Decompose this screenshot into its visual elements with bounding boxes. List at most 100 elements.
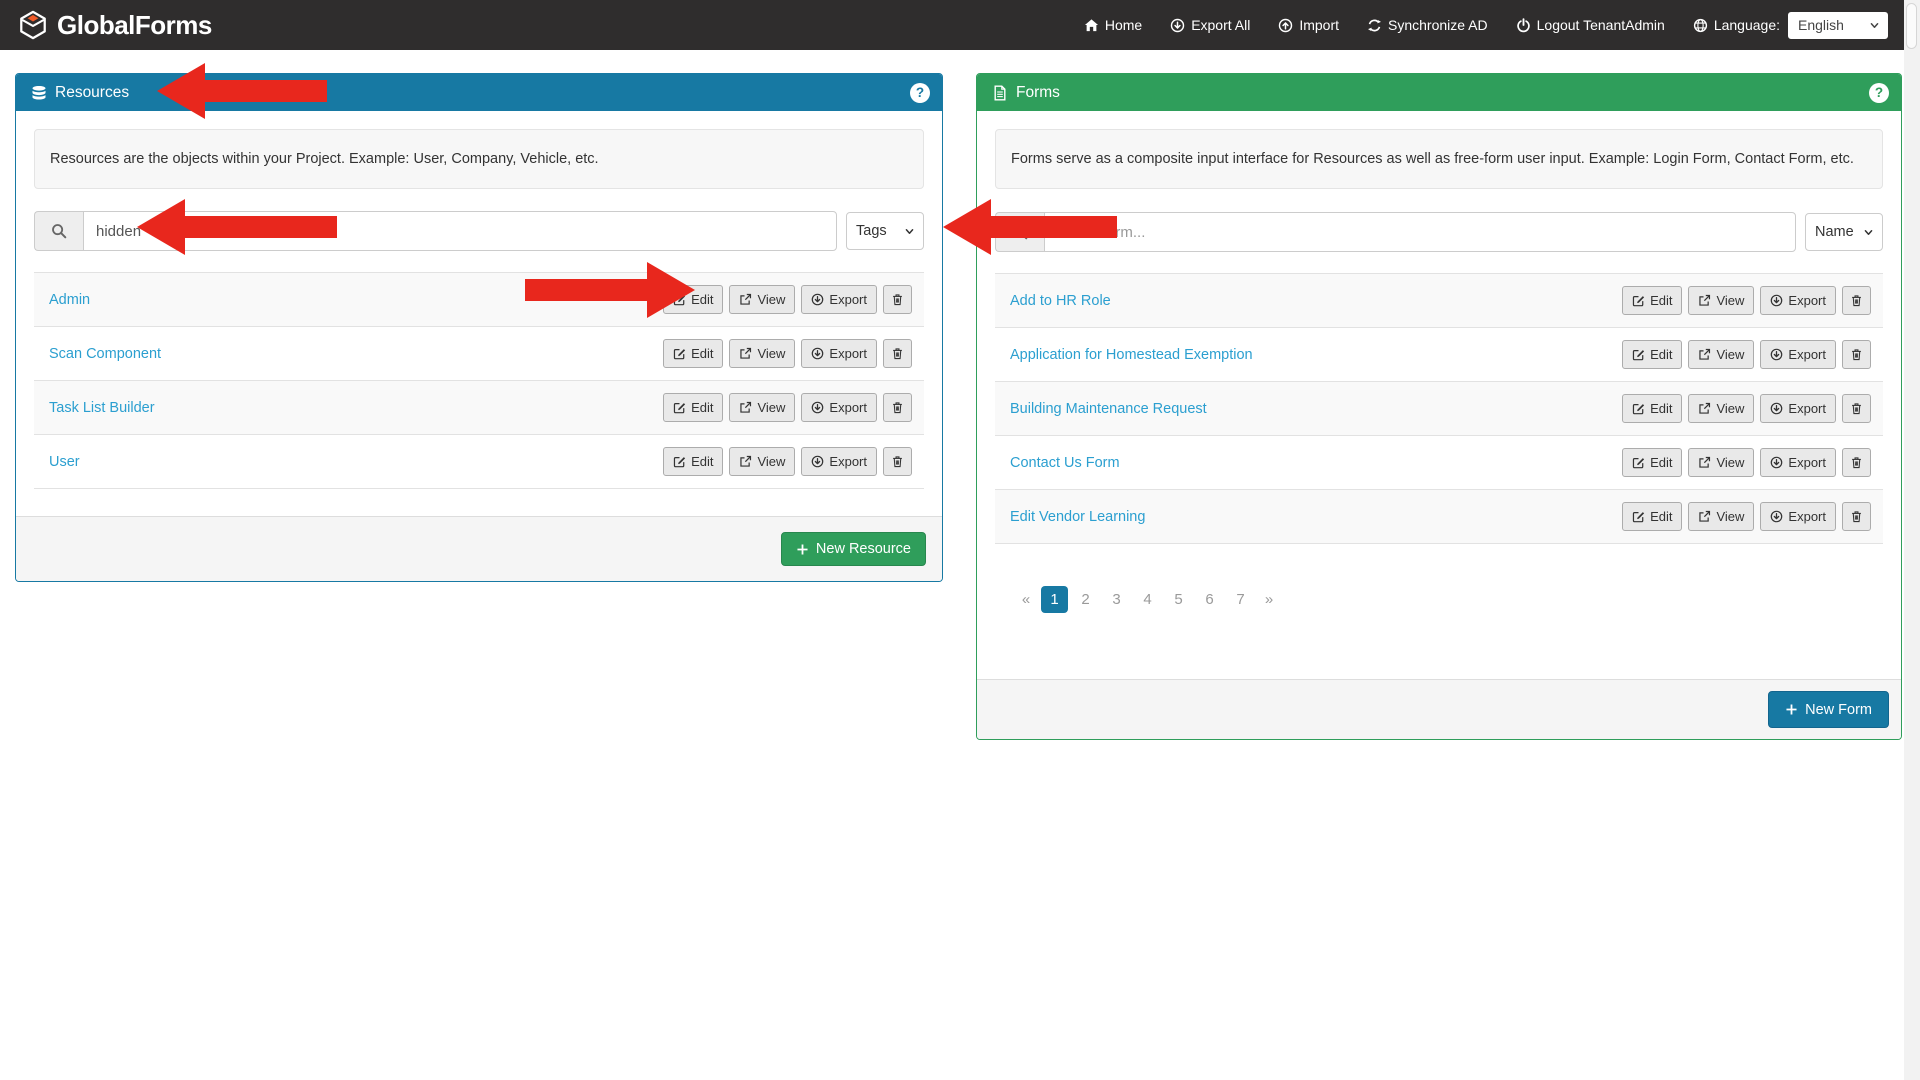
export-button[interactable]: Export <box>1760 502 1836 531</box>
view-button[interactable]: View <box>729 339 795 368</box>
new-form-button[interactable]: New Form <box>1768 691 1889 728</box>
trash-icon <box>1850 348 1863 361</box>
form-link[interactable]: Building Maintenance Request <box>1010 401 1207 417</box>
delete-button[interactable] <box>1842 340 1871 369</box>
external-link-icon <box>1698 456 1711 469</box>
row-actions: Edit View Export <box>1622 448 1871 477</box>
edit-icon <box>673 347 686 360</box>
edit-icon <box>673 293 686 306</box>
resource-link[interactable]: Admin <box>49 292 90 308</box>
export-button[interactable]: Export <box>1760 340 1836 369</box>
edit-button[interactable]: Edit <box>1622 502 1682 531</box>
resource-link[interactable]: Scan Component <box>49 346 161 362</box>
pagination-page-3[interactable]: 3 <box>1103 586 1130 613</box>
delete-button[interactable] <box>883 393 912 422</box>
external-link-icon <box>739 455 752 468</box>
edit-button[interactable]: Edit <box>663 447 723 476</box>
view-button[interactable]: View <box>1688 340 1754 369</box>
forms-panel-footer: New Form <box>977 679 1901 739</box>
trash-icon <box>1850 294 1863 307</box>
external-link-icon <box>1698 402 1711 415</box>
pagination-page-7[interactable]: 7 <box>1227 586 1254 613</box>
export-button[interactable]: Export <box>801 285 877 314</box>
help-icon[interactable]: ? <box>1869 83 1889 103</box>
view-button[interactable]: View <box>1688 448 1754 477</box>
row-actions: Edit View Export <box>663 393 912 422</box>
view-button[interactable]: View <box>1688 502 1754 531</box>
view-button[interactable]: View <box>1688 286 1754 315</box>
delete-button[interactable] <box>1842 394 1871 423</box>
export-button[interactable]: Export <box>801 393 877 422</box>
edit-button[interactable]: Edit <box>663 339 723 368</box>
export-button[interactable]: Export <box>801 339 877 368</box>
trash-icon <box>891 455 904 468</box>
row-actions: Edit View Export <box>1622 286 1871 315</box>
edit-button[interactable]: Edit <box>663 393 723 422</box>
pagination-prev[interactable]: « <box>1015 586 1037 613</box>
delete-button[interactable] <box>1842 286 1871 315</box>
view-button[interactable]: View <box>729 447 795 476</box>
forms-name-filter[interactable]: Name <box>1805 213 1883 251</box>
edit-icon <box>1632 402 1645 415</box>
form-link[interactable]: Contact Us Form <box>1010 455 1120 471</box>
delete-button[interactable] <box>1842 502 1871 531</box>
forms-search-row: Name <box>995 212 1883 252</box>
search-icon <box>51 223 67 239</box>
form-link[interactable]: Application for Homestead Exemption <box>1010 347 1253 363</box>
export-button[interactable]: Export <box>1760 394 1836 423</box>
view-button[interactable]: View <box>1688 394 1754 423</box>
resource-link[interactable]: Task List Builder <box>49 400 155 416</box>
nav-logout[interactable]: Logout TenantAdmin <box>1516 17 1665 33</box>
resources-search-group <box>34 211 837 251</box>
form-row: Building Maintenance Request Edit View E… <box>995 382 1883 436</box>
view-button[interactable]: View <box>729 393 795 422</box>
forms-panel-body: Forms serve as a composite input interfa… <box>977 111 1901 679</box>
pagination-page-1[interactable]: 1 <box>1041 586 1068 613</box>
edit-button[interactable]: Edit <box>1622 340 1682 369</box>
export-button[interactable]: Export <box>1760 448 1836 477</box>
language-select[interactable]: English <box>1788 12 1888 39</box>
form-link[interactable]: Add to HR Role <box>1010 293 1111 309</box>
home-icon <box>1084 18 1099 33</box>
nav-home[interactable]: Home <box>1084 17 1142 33</box>
resources-panel-title: Resources <box>55 84 129 102</box>
top-navbar: GlobalForms Home Export All Import Synch… <box>0 0 1920 50</box>
pagination-page-6[interactable]: 6 <box>1196 586 1223 613</box>
resources-tags-filter[interactable]: Tags <box>846 212 924 250</box>
edit-button[interactable]: Edit <box>1622 448 1682 477</box>
edit-button[interactable]: Edit <box>663 285 723 314</box>
app-brand[interactable]: GlobalForms <box>18 10 212 41</box>
resource-link[interactable]: User <box>49 454 80 470</box>
help-icon[interactable]: ? <box>910 83 930 103</box>
form-link[interactable]: Edit Vendor Learning <box>1010 509 1145 525</box>
delete-button[interactable] <box>883 447 912 476</box>
edit-icon <box>1632 456 1645 469</box>
resources-search-input[interactable] <box>83 211 837 251</box>
export-icon <box>811 293 824 306</box>
scrollbar-thumb[interactable] <box>1906 3 1917 49</box>
pagination-page-5[interactable]: 5 <box>1165 586 1192 613</box>
resources-description: Resources are the objects within your Pr… <box>34 129 924 189</box>
new-resource-button[interactable]: New Resource <box>781 532 926 566</box>
delete-button[interactable] <box>1842 448 1871 477</box>
delete-button[interactable] <box>883 285 912 314</box>
forms-search-input[interactable] <box>1044 212 1796 252</box>
external-link-icon <box>739 347 752 360</box>
trash-icon <box>891 293 904 306</box>
pagination-page-2[interactable]: 2 <box>1072 586 1099 613</box>
nav-synchronize-ad[interactable]: Synchronize AD <box>1367 17 1488 33</box>
pagination-next[interactable]: » <box>1258 586 1280 613</box>
nav-export-all[interactable]: Export All <box>1170 17 1250 33</box>
forms-pagination: « 1 2 3 4 5 6 7 » <box>1015 586 1883 613</box>
edit-icon <box>673 401 686 414</box>
database-icon <box>31 85 47 101</box>
edit-button[interactable]: Edit <box>1622 286 1682 315</box>
view-button[interactable]: View <box>729 285 795 314</box>
nav-import[interactable]: Import <box>1278 17 1339 33</box>
export-button[interactable]: Export <box>801 447 877 476</box>
delete-button[interactable] <box>883 339 912 368</box>
edit-button[interactable]: Edit <box>1622 394 1682 423</box>
scrollbar[interactable] <box>1904 0 1920 1080</box>
export-button[interactable]: Export <box>1760 286 1836 315</box>
pagination-page-4[interactable]: 4 <box>1134 586 1161 613</box>
